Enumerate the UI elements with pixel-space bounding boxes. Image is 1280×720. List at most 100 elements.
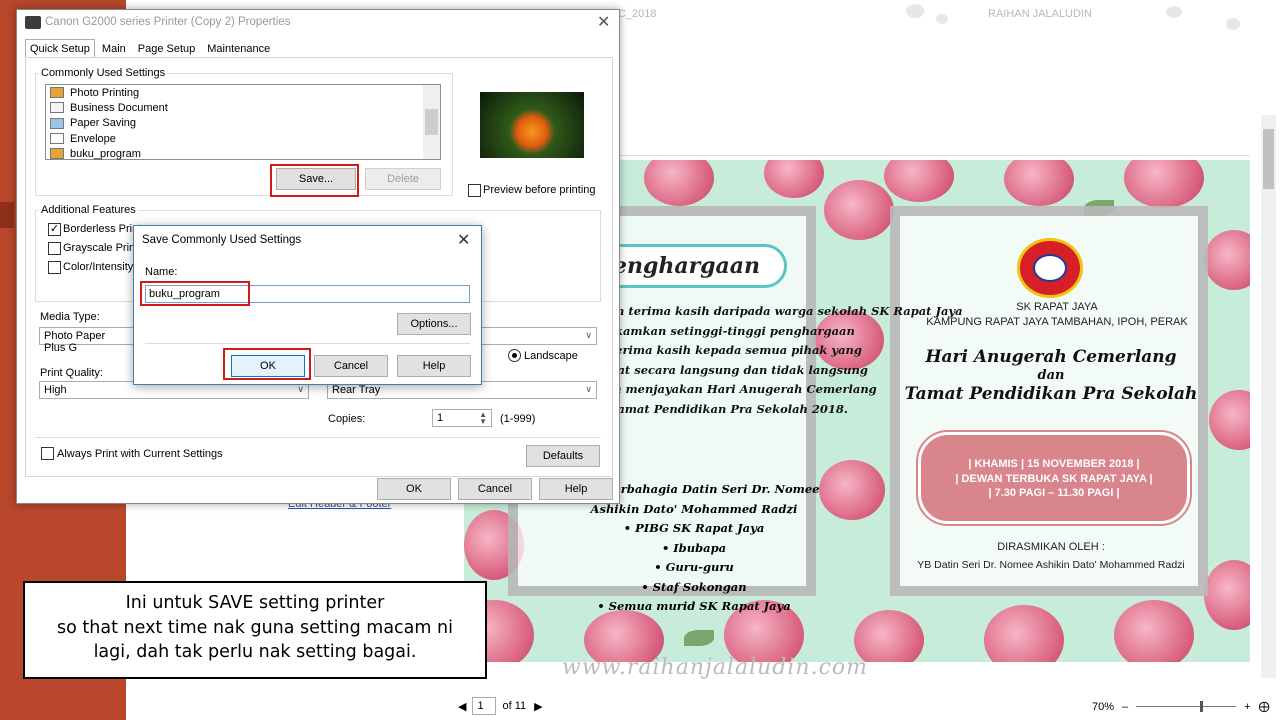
preview-checkbox[interactable] — [468, 184, 481, 197]
name-label: Name: — [145, 266, 178, 278]
save-dialog-title: Save Commonly Used Settings — [142, 234, 302, 246]
media-type-label: Media Type: — [40, 311, 100, 323]
zoom-slider[interactable] — [1136, 701, 1237, 712]
highlight-box — [223, 348, 311, 380]
copies-value: 1 — [437, 412, 444, 424]
leaf-decoration — [684, 630, 714, 646]
deco-shape — [1166, 6, 1182, 18]
cancel-button[interactable]: Cancel — [458, 478, 532, 500]
fit-page-icon[interactable]: ⨁ — [1259, 700, 1270, 713]
grayscale-checkbox[interactable] — [48, 242, 61, 255]
officiated-label: DIRASMIKAN OLEH : — [997, 541, 1105, 553]
page-number-input[interactable]: 1 — [472, 697, 497, 715]
event-title-line: Tamat Pendidikan Pra Sekolah — [904, 384, 1198, 404]
paper-size-select[interactable]: ∨ — [480, 327, 597, 345]
chevron-down-icon: ∨ — [585, 384, 592, 394]
help-button[interactable]: Help — [539, 478, 613, 500]
help-button[interactable]: Help — [397, 355, 471, 377]
color-intensity-checkbox[interactable] — [48, 261, 61, 274]
photo-icon — [50, 148, 64, 160]
radio-dot — [512, 353, 517, 358]
cancel-button[interactable]: Cancel — [314, 355, 388, 377]
list-item-label: buku_program — [70, 147, 141, 160]
always-print-checkbox[interactable] — [41, 447, 54, 460]
list-item[interactable]: Business Document — [46, 100, 440, 115]
media-type-select[interactable]: Photo Paper Plus G — [39, 327, 134, 354]
printer-icon — [25, 16, 41, 29]
event-details-box: | KHAMIS | 15 NOVEMBER 2018 | | DEWAN TE… — [916, 430, 1192, 526]
event-title-line: dan — [1037, 368, 1065, 383]
rose-decoration — [824, 180, 894, 240]
copies-stepper[interactable]: 1 ▲ ▼ — [432, 409, 492, 427]
close-icon[interactable]: ✕ — [597, 12, 610, 32]
defaults-button[interactable]: Defaults — [526, 445, 600, 467]
close-icon[interactable]: ✕ — [457, 230, 470, 250]
dialog-title: Canon G2000 series Printer (Copy 2) Prop… — [45, 16, 291, 28]
zoom-in-button[interactable]: + — [1244, 701, 1250, 713]
list-item[interactable]: Envelope — [46, 131, 440, 146]
document-icon — [50, 102, 64, 114]
page-count: of 11 — [502, 700, 527, 712]
officiant-name: YB Datin Seri Dr. Nomee Ashikin Dato' Mo… — [917, 559, 1185, 571]
rose-decoration — [984, 605, 1064, 662]
dialog-titlebar: Canon G2000 series Printer (Copy 2) Prop… — [17, 10, 619, 36]
page-navigator: ◀ 1 of 11 ▶ — [458, 696, 543, 716]
list-item: • PIBG SK Rapat Jaya — [623, 521, 765, 535]
stepper-arrows-icon[interactable]: ▲ ▼ — [479, 411, 487, 426]
zoom-slider-knob[interactable] — [1200, 701, 1204, 712]
zoom-level: 70% — [1092, 700, 1115, 713]
list-item[interactable]: buku_program — [46, 146, 440, 161]
officiated-by: DIRASMIKAN OLEH : YB Datin Seri Dr. Nome… — [896, 540, 1206, 573]
note-line: Ini untuk SAVE setting printer — [125, 593, 385, 613]
list-scrollbar[interactable] — [423, 85, 440, 159]
ok-button[interactable]: OK — [377, 478, 451, 500]
delete-button[interactable]: Delete — [365, 168, 441, 190]
file-tab-label: C_2018 — [618, 8, 657, 20]
school-header: SK RAPAT JAYA KAMPUNG RAPAT JAYA TAMBAHA… — [908, 300, 1206, 330]
borderless-label: Borderless Print — [63, 223, 142, 235]
landscape-radio[interactable] — [508, 349, 521, 362]
rose-decoration — [764, 160, 824, 198]
event-title: Hari Anugerah Cemerlang dan Tamat Pendid… — [896, 346, 1206, 406]
settings-list[interactable]: Photo Printing Business Document Paper S… — [45, 84, 441, 160]
rose-decoration — [1004, 160, 1074, 206]
school-address: KAMPUNG RAPAT JAYA TAMBAHAN, IPOH, PERAK — [926, 316, 1188, 328]
rose-decoration — [1204, 230, 1250, 290]
borderless-checkbox[interactable]: ✓ — [48, 223, 61, 236]
options-button[interactable]: Options... — [397, 313, 471, 335]
scrollbar-thumb[interactable] — [425, 109, 438, 135]
rose-decoration — [819, 460, 885, 520]
deco-shape — [906, 4, 924, 18]
tab-main[interactable]: Main — [97, 41, 131, 57]
list-item[interactable]: Paper Saving — [46, 116, 440, 131]
list-item-label: Envelope — [70, 132, 116, 145]
tab-page-setup[interactable]: Page Setup — [133, 41, 201, 57]
rose-decoration — [884, 160, 954, 202]
list-item: • Semua murid SK Rapat Jaya — [597, 599, 791, 613]
list-item-label: Photo Printing — [70, 86, 140, 99]
zoom-out-button[interactable]: – — [1122, 701, 1128, 713]
scrollbar-thumb[interactable] — [1263, 129, 1274, 189]
prev-page-icon[interactable]: ◀ — [458, 700, 466, 713]
tab-strip: Quick Setup Main Page Setup Maintenance — [25, 39, 275, 57]
divider — [35, 437, 601, 438]
divider — [145, 343, 470, 344]
preview-label: Preview before printing — [483, 184, 596, 196]
list-item: • Guru-guru — [654, 560, 734, 574]
next-page-icon[interactable]: ▶ — [534, 700, 542, 713]
paper-saving-icon — [50, 117, 64, 129]
preview-scrollbar[interactable] — [1261, 115, 1276, 678]
tab-quick-setup[interactable]: Quick Setup — [25, 39, 95, 57]
highlight-box — [270, 164, 359, 197]
list-item[interactable]: Photo Printing — [46, 85, 440, 100]
landscape-label: Landscape — [524, 350, 578, 362]
tab-maintenance[interactable]: Maintenance — [202, 41, 275, 57]
watermark-text: www.raihanjalaludin.com — [562, 655, 869, 680]
zoom-control: 70% – + ⨁ — [1092, 700, 1270, 714]
photo-icon — [50, 87, 64, 99]
note-line: lagi, dah tak perlu nak setting bagai. — [93, 642, 417, 662]
chevron-down-icon: ∨ — [585, 330, 592, 340]
list-item: • Staf Sokongan — [641, 579, 747, 594]
rose-decoration — [1204, 560, 1250, 630]
school-name: SK RAPAT JAYA — [1016, 301, 1098, 313]
